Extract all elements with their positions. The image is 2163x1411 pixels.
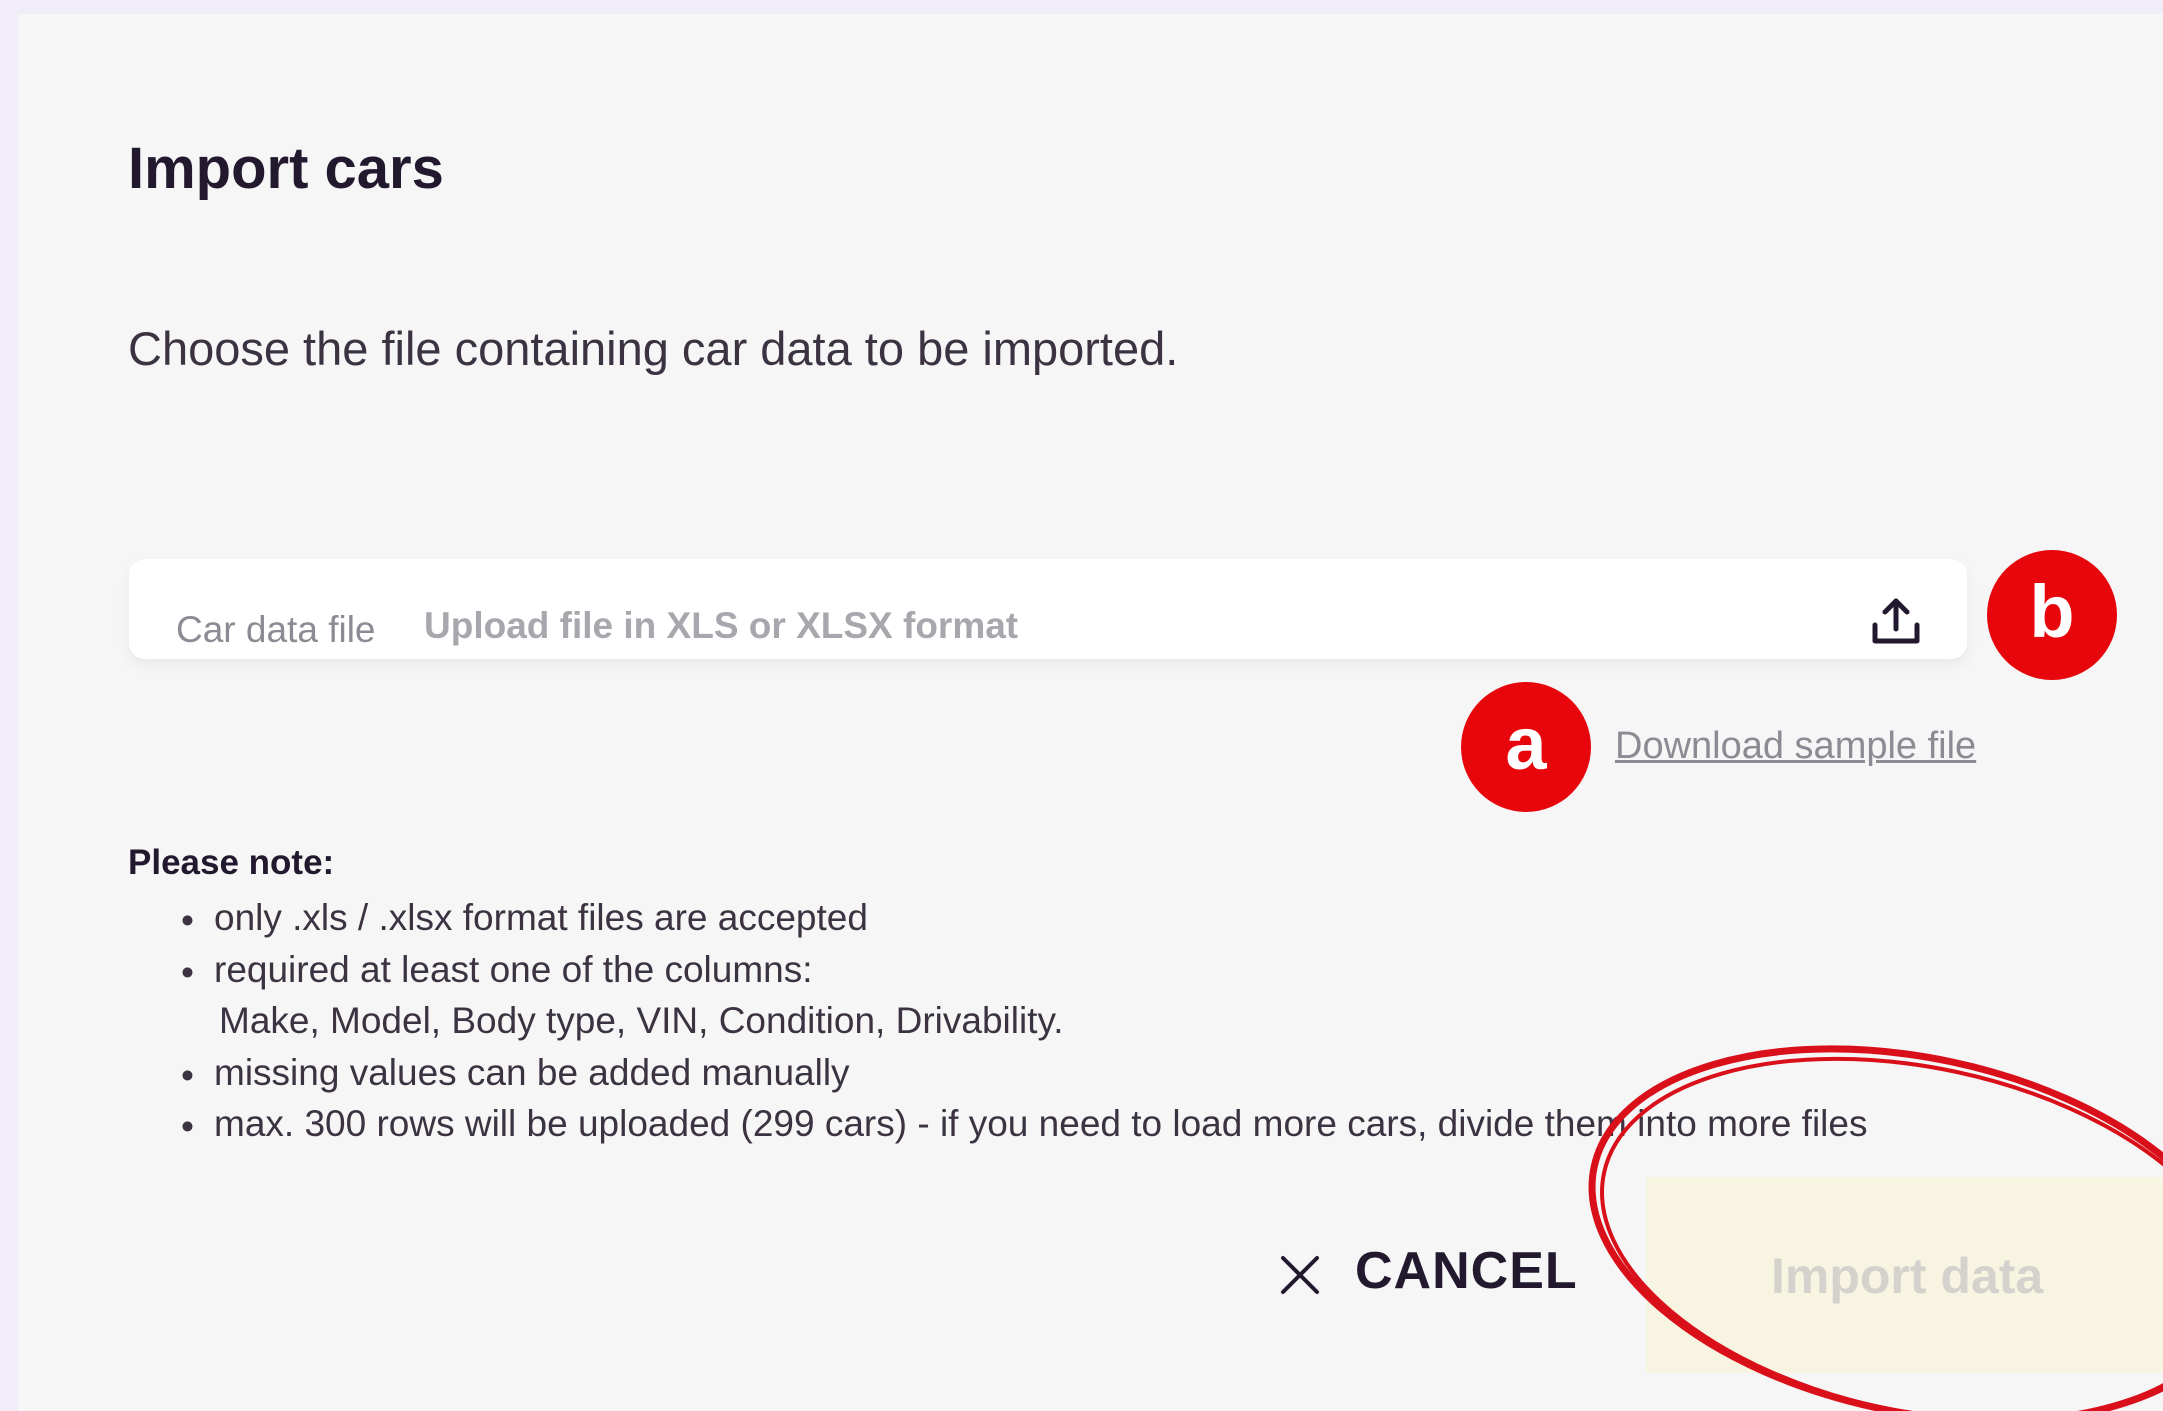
note-item-text: max. 300 rows will be uploaded (299 cars…: [214, 1103, 1868, 1144]
notes-title: Please note:: [128, 843, 335, 882]
close-icon: [1281, 1256, 1319, 1294]
import-data-label: Import data: [1771, 1248, 2044, 1304]
note-item-text: required at least one of the columns:: [214, 949, 813, 990]
upload-placeholder: Upload file in XLS or XLSX format: [424, 605, 1019, 646]
cancel-button[interactable]: CANCEL: [1273, 1238, 1577, 1318]
cancel-label: CANCEL: [1355, 1242, 1578, 1300]
upload-icon[interactable]: [1870, 595, 1922, 647]
annotation-badge-b: b: [1987, 550, 2117, 680]
import-cars-dialog: Import cars Choose the file containing c…: [18, 14, 2163, 1411]
note-item-text: only .xls / .xlsx format files are accep…: [214, 897, 868, 938]
car-data-file-label: Car data file: [176, 609, 376, 650]
note-item-text: missing values can be added manually: [214, 1052, 850, 1093]
dialog-subtitle: Choose the file containing car data to b…: [128, 322, 1179, 375]
download-sample-file-link[interactable]: Download sample file: [1615, 727, 1976, 765]
import-data-button[interactable]: Import data: [1646, 1177, 2163, 1373]
required-columns-text: Make, Model, Body type, VIN, Condition, …: [219, 1000, 1064, 1041]
dialog-title: Import cars: [128, 136, 444, 201]
car-data-file-upload[interactable]: Car data file Upload file in XLS or XLSX…: [129, 559, 1967, 659]
annotation-badge-a: a: [1461, 682, 1591, 812]
